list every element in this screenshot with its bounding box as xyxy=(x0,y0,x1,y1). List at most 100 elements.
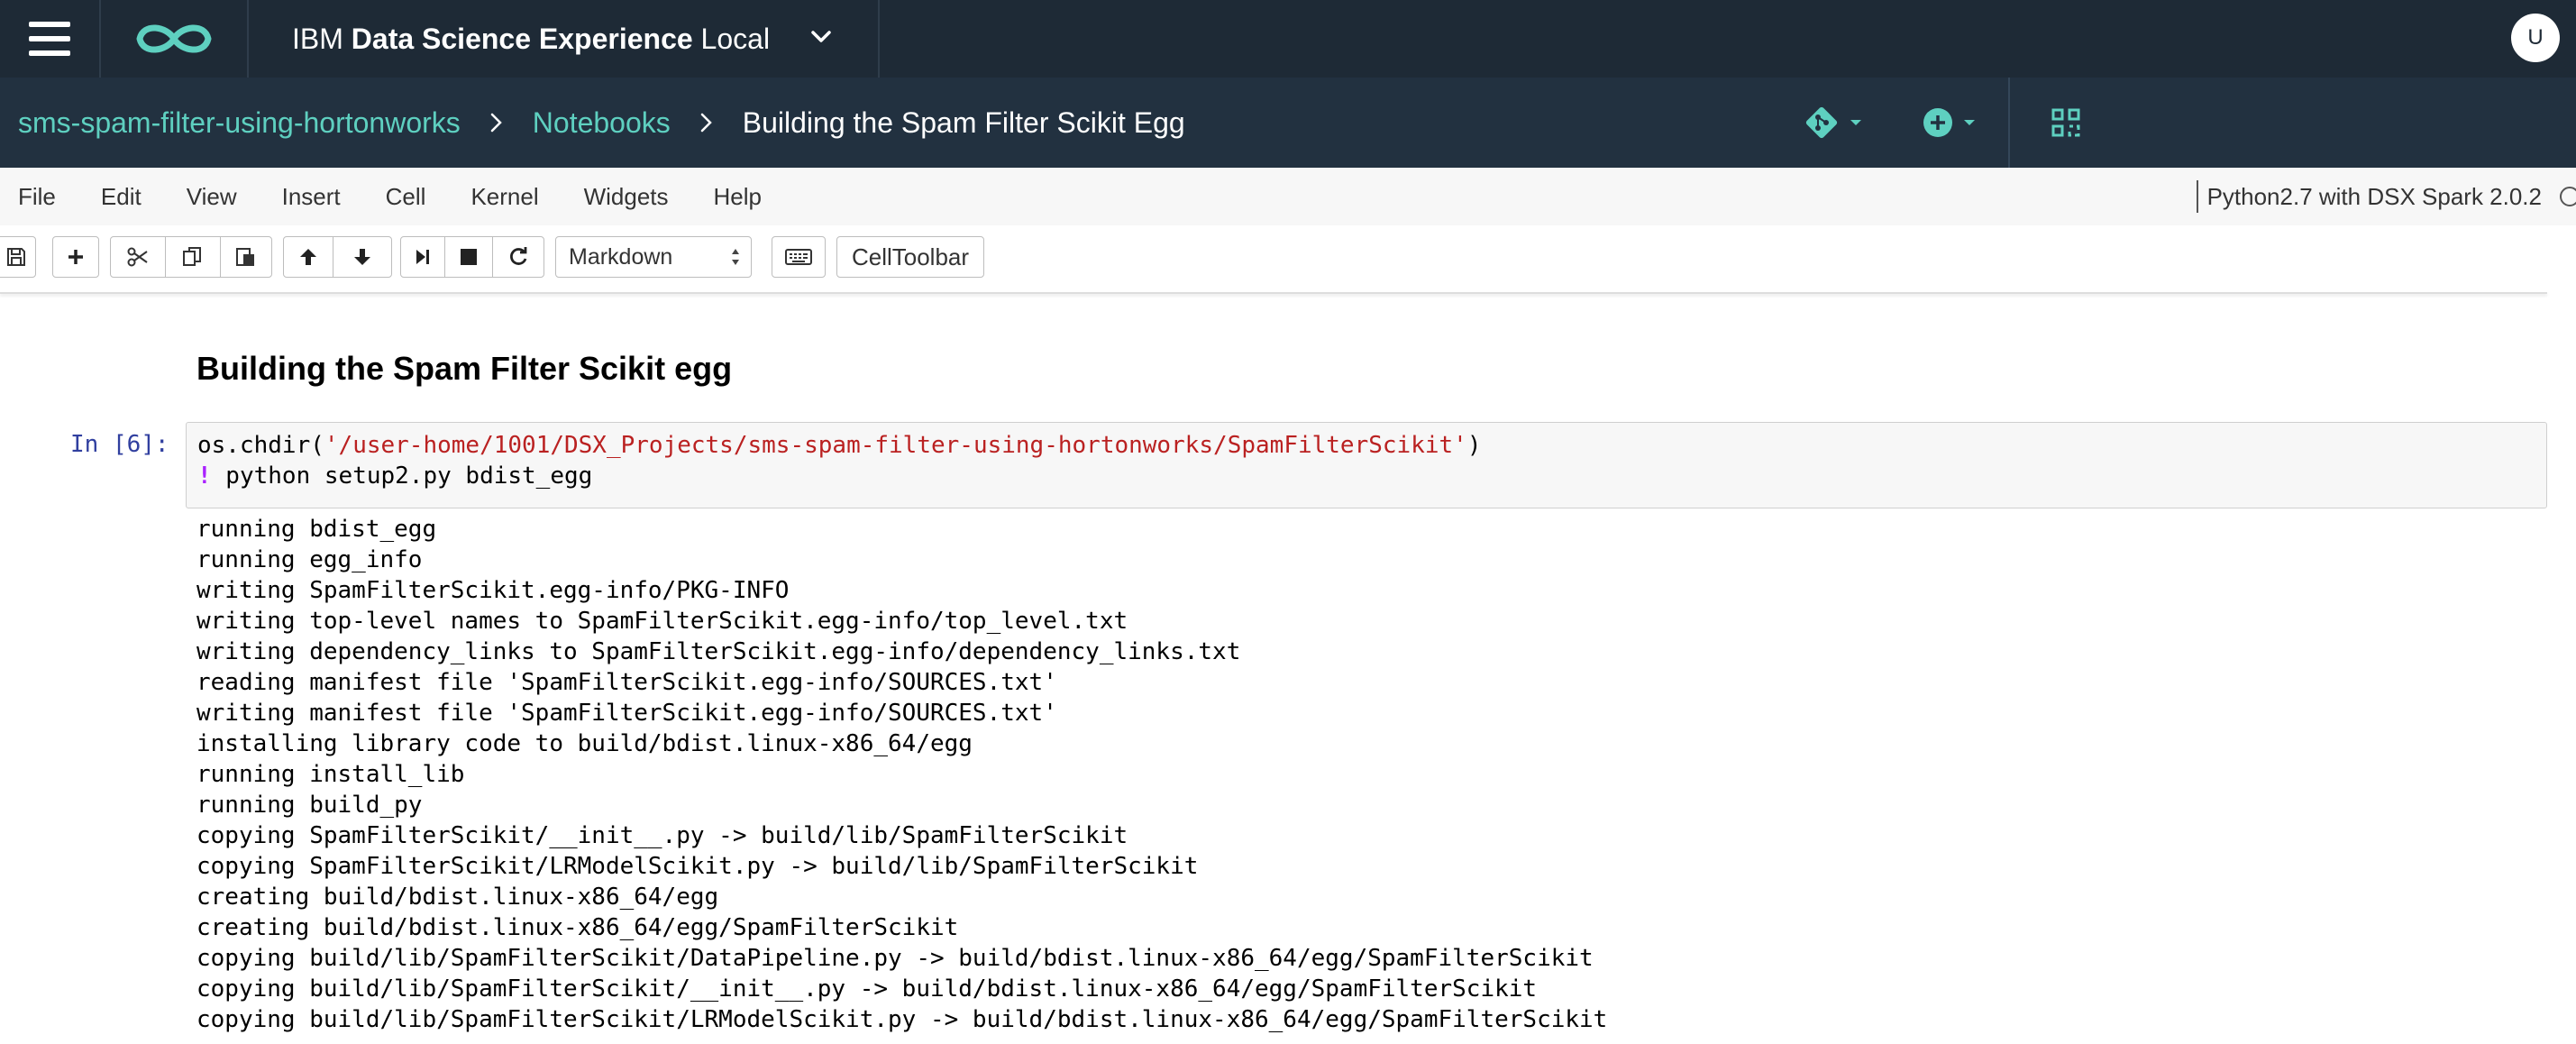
output-line: copying build/lib/SpamFilterScikit/__ini… xyxy=(196,975,1538,1003)
output-line: installing library code to build/bdist.l… xyxy=(196,730,973,757)
cell-type-value: Markdown xyxy=(569,243,673,270)
cut-icon xyxy=(127,247,148,267)
user-initial: U xyxy=(2527,25,2544,50)
output-line: creating build/bdist.linux-x86_64/egg/Sp… xyxy=(196,914,959,941)
move-up-button[interactable] xyxy=(283,236,333,278)
chevron-right-icon xyxy=(698,109,716,136)
cell-toolbar-button[interactable]: CellToolbar xyxy=(836,236,984,278)
product-switcher[interactable]: IBM Data Science Experience Local xyxy=(249,0,880,78)
git-actions-button[interactable] xyxy=(1803,78,1864,168)
code-paren: ) xyxy=(1466,432,1482,459)
assets-panel-button[interactable] xyxy=(2050,78,2082,168)
output-line: writing manifest file 'SpamFilterScikit.… xyxy=(196,700,1057,727)
chevron-down-icon xyxy=(811,31,831,42)
kernel-divider xyxy=(2196,180,2198,213)
menu-edit[interactable]: Edit xyxy=(74,183,160,211)
code-cell-input[interactable]: os.chdir('/user-home/1001/DSX_Projects/s… xyxy=(186,422,2547,508)
stop-icon xyxy=(461,249,477,265)
move-down-button[interactable] xyxy=(333,236,392,278)
infinity-logo-icon xyxy=(136,24,212,53)
top-header: IBM Data Science Experience Local U xyxy=(0,0,2576,78)
breadcrumb-bar: sms-spam-filter-using-hortonworks Notebo… xyxy=(0,78,2576,168)
notebook-menubar: File Edit View Insert Cell Kernel Widget… xyxy=(0,168,2576,226)
breadcrumb-current-page: Building the Spam Filter Scikit Egg xyxy=(742,105,1185,139)
shell-command: python setup2.py bdist_egg xyxy=(211,462,593,490)
cell-toolbar-label: CellToolbar xyxy=(851,243,970,270)
run-step-icon xyxy=(416,250,429,264)
plus-icon xyxy=(69,250,83,264)
git-icon xyxy=(1805,106,1838,139)
output-line: writing top-level names to SpamFilterSci… xyxy=(196,608,1128,635)
breadcrumb-notebooks-link[interactable]: Notebooks xyxy=(533,106,671,140)
output-line: running bdist_egg xyxy=(196,516,437,543)
insert-cell-button[interactable] xyxy=(52,236,99,278)
output-line: copying SpamFilterScikit/LRModelScikit.p… xyxy=(196,853,1199,880)
cell-output: running bdist_egg running egg_info writi… xyxy=(196,514,1607,1035)
output-line: copying build/lib/SpamFilterScikit/LRMod… xyxy=(196,1006,1608,1033)
output-line: copying build/lib/SpamFilterScikit/DataP… xyxy=(196,945,1594,972)
add-circle-icon xyxy=(1923,108,1952,137)
kernel-name: Python2.7 with DSX Spark 2.0.2 xyxy=(2206,182,2542,210)
menu-insert[interactable]: Insert xyxy=(255,183,359,211)
breadcrumb: sms-spam-filter-using-hortonworks Notebo… xyxy=(18,78,1185,168)
save-button[interactable] xyxy=(0,236,36,278)
hamburger-menu-icon xyxy=(29,17,70,60)
breadcrumb-project-link[interactable]: sms-spam-filter-using-hortonworks xyxy=(18,106,461,140)
chevron-right-icon xyxy=(488,109,506,136)
arrow-up-icon xyxy=(300,249,316,265)
input-prompt: In [6]: xyxy=(70,431,169,458)
restart-icon xyxy=(510,247,527,265)
output-line: running install_lib xyxy=(196,761,465,788)
cut-button[interactable] xyxy=(110,236,166,278)
menu-kernel[interactable]: Kernel xyxy=(443,183,556,211)
code-string: '/user-home/1001/DSX_Projects/sms-spam-f… xyxy=(324,432,1467,459)
paste-button[interactable] xyxy=(220,236,272,278)
product-name: IBM Data Science Experience Local xyxy=(292,23,770,56)
menu-cell[interactable]: Cell xyxy=(359,183,444,211)
output-line: creating build/bdist.linux-x86_64/egg xyxy=(196,884,719,911)
user-avatar[interactable]: U xyxy=(2511,14,2560,62)
output-line: running build_py xyxy=(196,792,423,819)
copy-icon xyxy=(183,247,201,266)
menu-view[interactable]: View xyxy=(160,183,255,211)
previous-cell-edge xyxy=(0,292,2547,294)
add-asset-button[interactable] xyxy=(1922,78,1978,168)
output-line: writing SpamFilterScikit.egg-info/PKG-IN… xyxy=(196,577,790,604)
menu-items: File Edit View Insert Cell Kernel Widget… xyxy=(0,168,780,225)
interrupt-kernel-button[interactable] xyxy=(444,236,493,278)
menu-help[interactable]: Help xyxy=(687,183,780,211)
caret-down-icon xyxy=(1850,120,1861,125)
paste-icon xyxy=(236,248,254,266)
code-editor[interactable]: os.chdir('/user-home/1001/DSX_Projects/s… xyxy=(197,430,1481,491)
notebook-toolbar: Markdown CellToolbar xyxy=(0,225,2576,292)
run-cell-button[interactable] xyxy=(400,236,445,278)
menu-file[interactable]: File xyxy=(0,183,74,211)
output-line: running egg_info xyxy=(196,546,423,573)
command-palette-button[interactable] xyxy=(772,236,826,278)
output-line: copying SpamFilterScikit/__init__.py -> … xyxy=(196,822,1128,849)
shell-bang: ! xyxy=(197,462,212,490)
copy-button[interactable] xyxy=(165,236,221,278)
assets-panel-icon xyxy=(2051,108,2080,137)
kernel-indicator[interactable]: Python2.7 with DSX Spark 2.0.2 xyxy=(2196,168,2576,225)
code-call: os.chdir( xyxy=(197,432,324,459)
toolbar-divider xyxy=(2008,78,2010,168)
restart-kernel-button[interactable] xyxy=(492,236,544,278)
select-arrows-icon xyxy=(732,249,739,265)
menu-widgets[interactable]: Widgets xyxy=(557,183,687,211)
save-icon xyxy=(7,248,25,266)
brand-suffix: Local xyxy=(700,22,771,55)
keyboard-icon xyxy=(785,249,812,265)
kernel-idle-circle-icon xyxy=(2560,187,2576,206)
output-line: reading manifest file 'SpamFilterScikit.… xyxy=(196,669,1057,696)
caret-down-icon xyxy=(1964,120,1975,125)
notebook-container: Building the Spam Filter Scikit egg In [… xyxy=(0,292,2576,1044)
arrow-down-icon xyxy=(354,249,370,265)
output-line: writing dependency_links to SpamFilterSc… xyxy=(196,638,1241,665)
cell-type-select[interactable]: Markdown xyxy=(555,236,752,278)
hamburger-menu-button[interactable] xyxy=(0,0,101,78)
brand-prefix: IBM xyxy=(292,22,343,55)
markdown-heading[interactable]: Building the Spam Filter Scikit egg xyxy=(196,350,732,388)
brand-name: Data Science Experience xyxy=(351,22,693,55)
dsx-logo-button[interactable] xyxy=(101,0,249,78)
